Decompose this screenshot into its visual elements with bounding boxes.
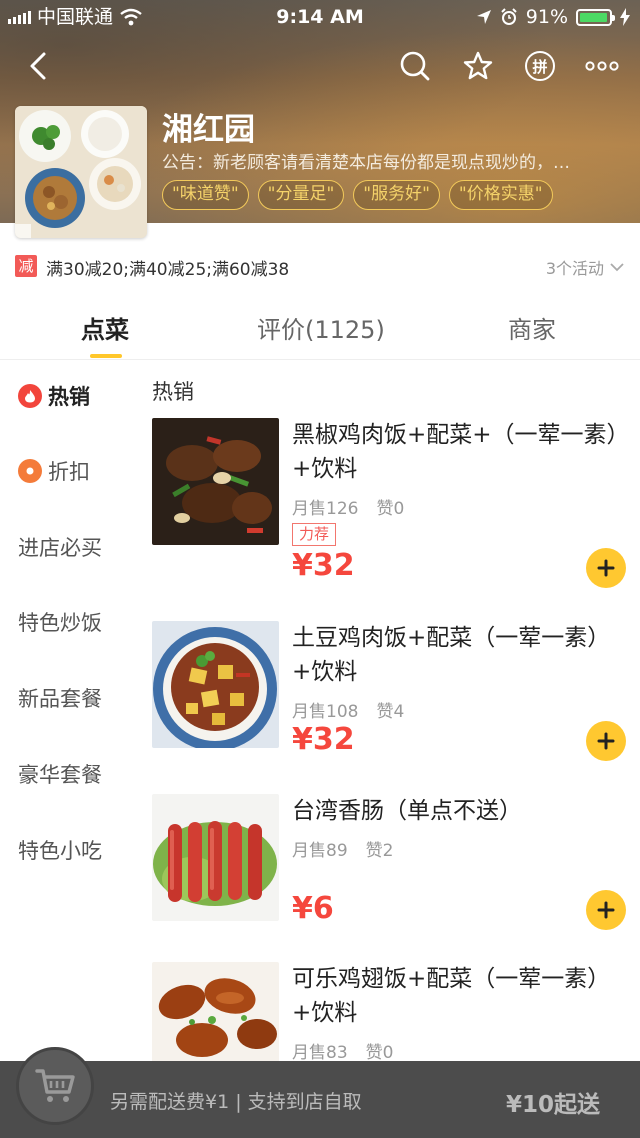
category-sidebar: 热销 折扣 进店必买 特色炒饭 新品套餐 豪华套餐 特色小吃	[0, 361, 140, 1061]
dish-likes: 赞4	[376, 702, 405, 722]
sidebar-item-discount[interactable]: 折扣	[18, 456, 90, 486]
sidebar-item-deluxe-combo[interactable]: 豪华套餐	[18, 759, 102, 789]
group-order-button[interactable]: 拼	[522, 48, 558, 84]
location-arrow-icon	[476, 10, 491, 24]
cart-bar: 另需配送费¥1 | 支持到店自取 ¥10起送	[0, 1047, 640, 1138]
battery-icon	[576, 8, 615, 26]
more-button[interactable]	[584, 48, 620, 84]
cart-button[interactable]	[16, 1047, 94, 1125]
tab-merchant[interactable]: 商家	[508, 310, 556, 345]
shop-tag[interactable]: "味道赞"	[162, 180, 249, 210]
min-order-button[interactable]: ¥10起送	[506, 1085, 600, 1119]
dish-likes: 赞0	[376, 499, 405, 519]
flame-icon	[18, 384, 42, 408]
shop-logo-image[interactable]	[15, 106, 147, 238]
dish-name: 可乐鸡翅饭+配菜（一荤一素）+饮料	[292, 966, 611, 1026]
dish-name: 土豆鸡肉饭+配菜（一荤一素）+饮料	[292, 625, 611, 685]
dish-likes: 赞2	[365, 841, 394, 861]
discount-icon	[18, 459, 42, 483]
dish-item[interactable]: 土豆鸡肉饭+配菜（一荤一素）+饮料 月售108 赞4 ¥32	[152, 621, 640, 771]
tab-active-indicator	[90, 354, 122, 358]
dish-sold: 月售126	[292, 499, 359, 519]
dish-likes: 赞0	[365, 1043, 394, 1061]
dish-sold: 月售108	[292, 702, 359, 722]
plus-icon	[597, 559, 615, 577]
promo-more[interactable]: 3个活动	[546, 255, 624, 279]
dish-name: 黑椒鸡肉饭+配菜+（一荤一素）+饮料	[292, 422, 619, 482]
sidebar-item-fried-rice[interactable]: 特色炒饭	[18, 607, 102, 637]
dish-image[interactable]	[152, 418, 279, 545]
search-button[interactable]	[397, 48, 433, 84]
shop-tags: "味道赞" "分量足" "服务好" "价格实惠"	[162, 180, 553, 210]
sidebar-item-hot[interactable]: 热销	[18, 381, 90, 411]
add-to-cart-button[interactable]	[586, 890, 626, 930]
sidebar-item-label: 进店必买	[18, 536, 102, 560]
plus-icon	[597, 901, 615, 919]
back-button[interactable]	[20, 48, 56, 84]
sidebar-item-label: 热销	[48, 385, 90, 409]
chevron-down-icon	[610, 262, 624, 271]
dish-sold: 月售83	[292, 1043, 348, 1061]
sidebar-item-label: 豪华套餐	[18, 763, 102, 787]
group-order-icon: 拼	[525, 51, 555, 81]
promo-count: 3个活动	[545, 259, 604, 278]
sidebar-item-snacks[interactable]: 特色小吃	[18, 835, 102, 865]
recommend-badge: 力荐	[292, 523, 337, 546]
shop-tag[interactable]: "价格实惠"	[448, 180, 553, 210]
status-bar: 中国联通 9:14 AM 91%	[0, 0, 640, 34]
promo-text: 满30减20;满40减25;满60减38	[46, 260, 290, 280]
dish-price: ¥6	[292, 891, 334, 926]
section-title: 热销	[152, 380, 194, 404]
sidebar-item-label: 新品套餐	[18, 687, 102, 711]
sidebar-item-new-combo[interactable]: 新品套餐	[18, 683, 102, 713]
dish-item[interactable]: 可乐鸡翅饭+配菜（一荤一素）+饮料 月售83 赞0	[152, 962, 640, 1061]
tab-bar: 点菜 评价(1125) 商家	[0, 296, 640, 360]
more-dots-icon	[585, 61, 619, 71]
delivery-fee-text: 另需配送费¥1 | 支持到店自取	[110, 1091, 362, 1113]
dish-image[interactable]	[152, 621, 279, 748]
charging-icon	[620, 8, 630, 26]
add-to-cart-button[interactable]	[586, 548, 626, 588]
tab-reviews[interactable]: 评价(1125)	[257, 310, 385, 345]
dish-sold: 月售89	[292, 841, 348, 861]
add-to-cart-button[interactable]	[586, 721, 626, 761]
dish-image[interactable]	[152, 794, 279, 921]
shop-tag[interactable]: "分量足"	[257, 180, 345, 210]
search-icon	[400, 51, 430, 81]
food-platter-image	[15, 106, 147, 238]
plus-icon	[597, 732, 615, 750]
star-icon	[463, 51, 493, 80]
favorite-button[interactable]	[460, 48, 496, 84]
cart-icon	[35, 1069, 75, 1102]
dish-item[interactable]: 黑椒鸡肉饭+配菜+（一荤一素）+饮料 月售126 赞0 力荐 ¥32	[152, 418, 640, 598]
dish-item[interactable]: 台湾香肠（单点不送） 月售89 赞2 ¥6	[152, 794, 640, 934]
sidebar-item-must-buy[interactable]: 进店必买	[18, 532, 102, 562]
dish-price: ¥32	[292, 722, 355, 757]
shop-notice[interactable]: 公告：新老顾客请看清楚本店每份都是现点现炒的，…	[162, 148, 622, 173]
promo-bar[interactable]: 减 满30减20;满40减25;满60减38 3个活动	[0, 244, 640, 288]
dish-name: 台湾香肠（单点不送）	[292, 798, 522, 824]
sidebar-item-label: 折扣	[48, 460, 90, 484]
tab-order[interactable]: 点菜	[81, 310, 129, 345]
shop-name: 湘红园	[162, 112, 255, 148]
battery-percent: 91%	[525, 6, 568, 28]
sidebar-item-label: 特色小吃	[18, 839, 102, 863]
back-chevron-icon	[30, 52, 46, 80]
dish-image[interactable]	[152, 962, 279, 1061]
sidebar-item-label: 特色炒饭	[18, 611, 102, 635]
discount-badge: 减	[15, 255, 37, 277]
alarm-icon	[501, 8, 517, 25]
shop-tag[interactable]: "服务好"	[353, 180, 440, 210]
dish-price: ¥32	[292, 548, 355, 583]
